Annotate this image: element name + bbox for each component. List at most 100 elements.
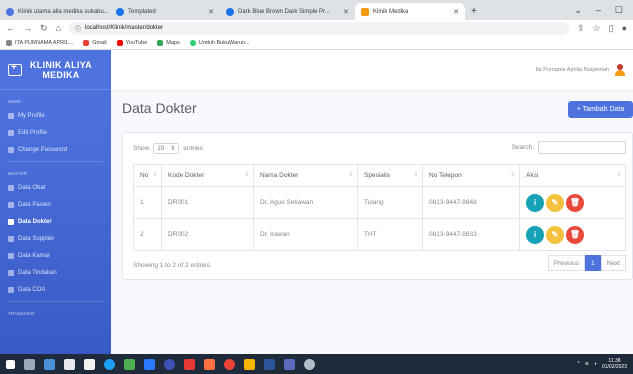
info-button[interactable]: i [526,193,544,212]
forward-icon[interactable]: → [23,23,32,33]
app-icon[interactable] [124,358,135,370]
app-icon[interactable] [204,358,215,370]
entries-length-control: Show 10 ⇕ entries [133,143,203,154]
header-label: No Telepon [429,172,462,179]
bookmark-unduh[interactable]: Unduh BukuWarun... [189,39,250,46]
edit-button[interactable]: ✎ [546,225,564,244]
list-icon [8,286,14,293]
maximize-icon[interactable]: ☐ [615,5,623,16]
sidebar: KLINIK ALIYA MEDIKA USER My Profile Edit… [0,50,111,354]
column-header-kode[interactable]: Kode Dokter ⇅ [161,164,254,187]
back-icon[interactable]: ← [6,23,15,33]
file-icon[interactable] [84,358,95,370]
column-header-spesialis[interactable]: Spesialis ⇅ [357,164,423,187]
sidebar-item-data-pasien[interactable]: Data Pasien [0,193,111,210]
app-icon[interactable] [304,358,315,370]
chevron-up-icon[interactable]: ^ [577,361,579,367]
wifi-icon[interactable]: ≋ [585,361,589,367]
browser-icon[interactable] [104,358,115,370]
tab-favicon-icon [116,7,124,16]
tab-label: Klinik utama alia medika sukabu... [18,8,109,15]
bookmark-maps[interactable]: Maps [157,39,180,46]
column-header-telepon[interactable]: No Telepon ⇅ [422,164,520,187]
show-label: Show [133,145,150,152]
sidebar-item-label: Data Tindakan [18,269,57,276]
url-input[interactable]: ⓘ localhost/Klinik/master/dokter [68,21,569,35]
browser-tab-1[interactable]: Klinik utama alia medika sukabu... ✕ [0,3,110,20]
sidebar-item-my-profile[interactable]: My Profile [0,104,111,121]
next-page-button[interactable]: Next [600,255,626,271]
app-icon[interactable] [144,358,155,370]
app-icon[interactable] [284,358,295,370]
gmail-icon [83,39,90,46]
column-header-nama[interactable]: Nama Dokter ⇅ [253,164,358,187]
share-icon[interactable]: ⇪ [577,23,585,34]
sort-icon: ⇅ [413,172,418,178]
app-icon[interactable] [184,358,195,370]
sidebar-brand[interactable]: KLINIK ALIYA MEDIKA [0,50,111,90]
chrome-icon[interactable] [224,358,235,370]
reload-icon[interactable]: ↻ [40,23,48,34]
browser-tab-3[interactable]: Dark Blue Brown Dark Simple Pr... ✕ [220,3,355,20]
os-taskbar: ^ ≋ ◖ 11.38 01/02/2023 [0,354,633,374]
sidebar-item-data-tindakan[interactable]: Data Tindakan [0,261,111,278]
star-icon[interactable]: ☆ [593,23,601,34]
word-icon[interactable] [264,358,275,370]
clock[interactable]: 11.38 01/02/2023 [602,358,627,370]
column-header-aksi[interactable]: Aksi ⇅ [519,164,626,187]
sidebar-item-data-obat[interactable]: Data Obat [0,176,111,193]
browser-tab-4-active[interactable]: Klinik Medika ✕ [355,3,465,20]
bookmark-icon [6,39,12,46]
system-tray: ^ ≋ ◖ 11.38 01/02/2023 [577,358,633,370]
header-label: Nama Dokter [260,172,299,179]
sidepanel-icon[interactable]: ▯ [609,23,614,34]
cell-spesialis: Tulang [357,186,423,219]
app-icon[interactable] [44,358,55,370]
cell-telepon: 0813-9447-9833 [422,218,520,251]
close-icon[interactable]: ✕ [343,8,349,16]
new-tab-button[interactable]: + [465,3,483,20]
delete-button[interactable]: 🗑 [566,193,584,212]
bookmark-youtube[interactable]: YouTube [116,39,147,46]
profile-icon[interactable]: ● [622,23,627,33]
sidebar-item-change-password[interactable]: Change Password [0,138,111,155]
volume-icon[interactable]: ◖ [594,361,597,367]
bookmark-gmail[interactable]: Gmail [83,39,107,46]
entries-select[interactable]: 10 ⇕ [153,143,180,154]
close-icon[interactable]: ✕ [453,8,459,16]
folder-icon[interactable] [244,358,255,370]
sidebar-item-data-kamar[interactable]: Data Kamar [0,244,111,261]
sidebar-item-edit-profile[interactable]: Edit Profile [0,121,111,138]
header-label: No [140,172,149,179]
user-name[interactable]: Ita Purnama Aprilia Nurjannah [536,67,609,73]
sidebar-item-data-supplier[interactable]: Data Supplier [0,227,111,244]
delete-button[interactable]: 🗑 [566,225,584,244]
sidebar-item-data-dokter[interactable]: Data Dokter [0,210,111,227]
entries-label: entries [183,145,203,152]
sidebar-item-label: Data Supplier [18,235,55,242]
chevron-down-icon[interactable]: ⌄ [574,5,582,16]
avatar[interactable] [615,64,625,76]
edit-icon: ✎ [551,230,559,239]
page-1-button[interactable]: 1 [585,255,601,271]
header-label: Kode Dokter [168,172,205,179]
bookmark-label: Unduh BukuWarun... [198,39,250,46]
store-icon[interactable] [64,358,75,370]
column-header-no[interactable]: No ⇅ [133,164,162,187]
search-input[interactable] [538,141,626,154]
edit-button[interactable]: ✎ [546,193,564,212]
minimize-icon[interactable]: – [596,5,601,15]
windows-start-icon[interactable] [6,359,15,369]
close-icon[interactable]: ✕ [208,8,214,16]
browser-tab-2[interactable]: Templated ✕ [110,3,220,20]
sidebar-item-data-coa[interactable]: Data COA [0,278,111,295]
sort-icon: ⇅ [510,172,515,178]
cell-kode: DR001 [161,186,254,219]
home-icon[interactable]: ⌂ [56,23,61,33]
task-view-icon[interactable] [24,358,35,370]
previous-page-button[interactable]: Previous [547,255,585,271]
info-button[interactable]: i [526,225,544,244]
bookmark-item[interactable]: ITA PURNAMA APRIL... [6,39,73,46]
add-data-button[interactable]: + Tambah Data [568,101,633,118]
app-icon[interactable] [164,358,175,370]
